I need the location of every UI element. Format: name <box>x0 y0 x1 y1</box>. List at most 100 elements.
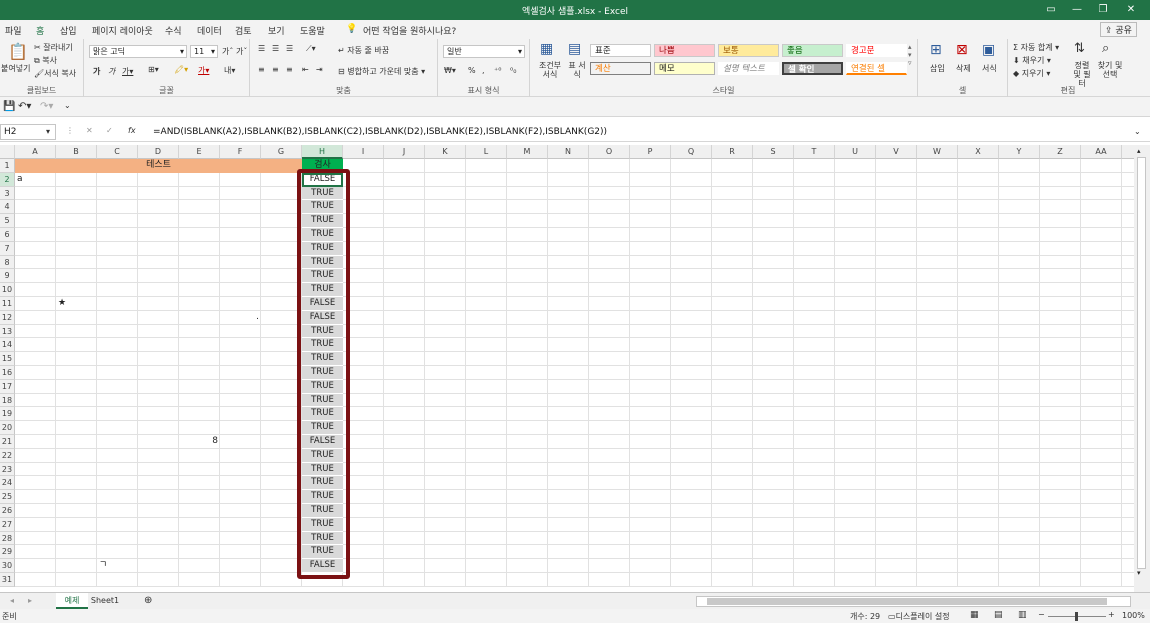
format-cells-button[interactable]: 서식 <box>982 63 997 74</box>
column-header[interactable]: AB <box>1122 145 1134 159</box>
row-header[interactable]: 18 <box>0 393 15 408</box>
expand-formula-icon[interactable]: ⌄ <box>1134 127 1141 136</box>
style-warning[interactable]: 경고문 <box>846 44 907 57</box>
restore-button[interactable]: ❐ <box>1094 2 1112 18</box>
horizontal-scrollbar[interactable] <box>696 596 1131 607</box>
decrease-decimal-icon[interactable]: ⁰₀ <box>510 66 516 75</box>
row-header[interactable]: 31 <box>0 573 15 587</box>
worksheet-grid[interactable]: ABCDEFGHIJKLMNOPQRSTUVWXYZAAAB1234567891… <box>0 145 1134 587</box>
row-header[interactable]: 2 <box>0 172 15 187</box>
row-header[interactable]: 19 <box>0 407 15 422</box>
row-header[interactable]: 8 <box>0 255 15 270</box>
zoom-slider-thumb[interactable] <box>1075 612 1078 621</box>
formula-input[interactable]: =AND(ISBLANK(A2),ISBLANK(B2),ISBLANK(C2)… <box>153 127 607 137</box>
phonetic-icon[interactable]: 내▾ <box>224 65 235 76</box>
redo-icon[interactable]: ↷▾ <box>40 101 53 112</box>
row-header[interactable]: 28 <box>0 531 15 546</box>
scroll-thumb[interactable] <box>1137 157 1146 569</box>
page-layout-view-icon[interactable]: ▤ <box>994 610 1003 620</box>
table-format-button[interactable]: 표 서식 <box>566 61 588 79</box>
close-button[interactable]: ✕ <box>1122 2 1140 18</box>
column-header[interactable]: C <box>97 145 138 159</box>
column-header[interactable]: O <box>589 145 630 159</box>
row-header[interactable]: 11 <box>0 297 15 311</box>
style-explanatory[interactable]: 설명 텍스트 <box>718 62 779 75</box>
currency-icon[interactable]: ₩▾ <box>444 66 456 75</box>
row-header[interactable]: 1 <box>0 159 15 173</box>
italic-button[interactable]: 가 <box>108 66 115 77</box>
fill-button[interactable]: ⬇ 채우기 ▾ <box>1013 55 1051 66</box>
column-header[interactable]: X <box>958 145 999 159</box>
ribbon-display-icon[interactable]: ▭ <box>1042 2 1060 18</box>
tab-help[interactable]: 도움말 <box>300 24 325 37</box>
column-header[interactable]: B <box>56 145 97 159</box>
style-check-cell[interactable]: 셀 확인 <box>782 62 843 75</box>
align-bottom-icon[interactable]: ☰ <box>286 44 293 53</box>
insert-function-icon[interactable]: fx <box>128 126 136 135</box>
row-header[interactable]: 26 <box>0 504 15 518</box>
row-header[interactable]: 12 <box>0 310 15 325</box>
tab-insert[interactable]: 삽입 <box>60 24 77 37</box>
row-header[interactable]: 24 <box>0 476 15 491</box>
wrap-text-button[interactable]: ↵ 자동 줄 바꿈 <box>338 45 389 56</box>
row-header[interactable]: 27 <box>0 517 15 532</box>
scroll-up-icon[interactable]: ▴ <box>1137 147 1141 155</box>
zoom-level[interactable]: 100% <box>1122 611 1145 620</box>
tab-view[interactable]: 보기 <box>268 24 285 37</box>
fill-color-icon[interactable]: 🖍▾ <box>174 65 188 74</box>
column-header[interactable]: F <box>220 145 261 159</box>
column-header[interactable]: T <box>794 145 835 159</box>
style-neutral[interactable]: 보통 <box>718 44 779 57</box>
row-header[interactable]: 13 <box>0 324 15 339</box>
row-header[interactable]: 29 <box>0 545 15 560</box>
normal-view-icon[interactable]: ▦ <box>970 610 979 620</box>
row-header[interactable]: 10 <box>0 283 15 297</box>
add-sheet-icon[interactable]: ⊕ <box>144 595 152 606</box>
tab-review[interactable]: 검토 <box>235 24 252 37</box>
row-header[interactable]: 23 <box>0 462 15 477</box>
row-header[interactable]: 22 <box>0 448 15 463</box>
zoom-slider[interactable] <box>1048 612 1106 621</box>
tab-file[interactable]: 파일 <box>5 24 22 37</box>
align-top-icon[interactable]: ☰ <box>258 44 265 53</box>
scroll-down-icon[interactable]: ▾ <box>1137 569 1141 577</box>
share-button[interactable]: ⇪ 공유 <box>1100 22 1137 37</box>
increase-indent-icon[interactable]: ⇥ <box>316 65 323 74</box>
column-header[interactable]: I <box>343 145 384 159</box>
clear-button[interactable]: ◆ 지우기 ▾ <box>1013 68 1050 79</box>
name-box-dropdown-icon[interactable]: ▾ <box>46 127 50 136</box>
column-header[interactable]: G <box>261 145 302 159</box>
align-left-icon[interactable]: ≡ <box>258 65 265 74</box>
column-header[interactable]: V <box>876 145 917 159</box>
row-header[interactable]: 20 <box>0 421 15 435</box>
row-header[interactable]: 7 <box>0 241 15 256</box>
find-select-button[interactable]: 찾기 및 선택 <box>1096 61 1124 79</box>
sheet-tab[interactable]: Sheet1 <box>88 593 122 609</box>
column-header[interactable]: P <box>630 145 671 159</box>
format-painter-button[interactable]: 🖌서식 복사 <box>34 68 76 79</box>
autosum-button[interactable]: Σ 자동 합계 ▾ <box>1013 42 1059 53</box>
column-header[interactable]: M <box>507 145 548 159</box>
zoom-out-icon[interactable]: − <box>1038 610 1045 619</box>
cut-button[interactable]: ✂ 잘라내기 <box>34 42 73 53</box>
row-header[interactable]: 25 <box>0 490 15 504</box>
align-middle-icon[interactable]: ☰ <box>272 44 279 53</box>
column-header[interactable]: S <box>753 145 794 159</box>
paste-button[interactable]: 붙여넣기 <box>1 63 30 74</box>
border-icon[interactable]: ⊞▾ <box>148 65 159 74</box>
row-header[interactable]: 5 <box>0 214 15 228</box>
column-header[interactable]: L <box>466 145 507 159</box>
column-header[interactable]: H <box>302 145 343 159</box>
conditional-format-button[interactable]: 조건부 서식 <box>536 61 564 79</box>
style-good[interactable]: 좋음 <box>782 44 843 57</box>
column-header[interactable]: K <box>425 145 466 159</box>
align-center-icon[interactable]: ≡ <box>272 65 279 74</box>
style-note[interactable]: 메모 <box>654 62 715 75</box>
header-title-cell[interactable]: 테스트 <box>15 159 302 173</box>
delete-cells-button[interactable]: 삭제 <box>956 63 971 74</box>
page-break-view-icon[interactable]: ▥ <box>1018 610 1027 620</box>
minimize-button[interactable]: — <box>1068 2 1086 18</box>
column-header[interactable]: A <box>15 145 56 159</box>
horizontal-scroll-thumb[interactable] <box>707 598 1107 605</box>
cell-c30[interactable]: ㄱ <box>99 559 136 573</box>
